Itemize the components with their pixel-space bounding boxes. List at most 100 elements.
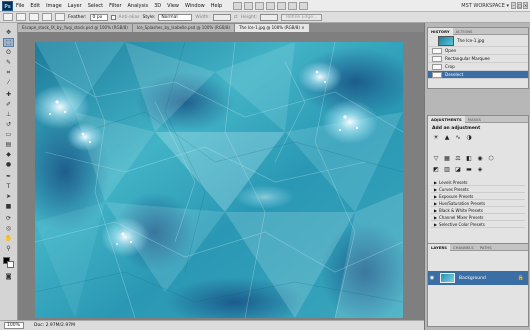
posterize-icon[interactable]: ▥ bbox=[443, 166, 451, 173]
refine-edge-button[interactable]: Refine Edge... bbox=[281, 13, 323, 21]
subtract-selection-icon[interactable] bbox=[42, 13, 52, 21]
zoom-tool-icon[interactable] bbox=[266, 1, 276, 10]
hue-saturation-icon[interactable]: ▦ bbox=[443, 155, 451, 162]
antialias-checkbox[interactable] bbox=[110, 14, 116, 20]
history-item-deselect[interactable]: Deselect bbox=[428, 71, 528, 79]
close-button[interactable]: × bbox=[523, 2, 528, 9]
tab-the-ice[interactable]: The Ice-1.jpg @ 100% (RGB/8) × bbox=[235, 24, 309, 32]
crop-tool-icon[interactable]: ⌗ bbox=[3, 68, 14, 77]
intersect-selection-icon[interactable] bbox=[55, 13, 65, 21]
gradient-tool-icon[interactable]: ▤ bbox=[3, 140, 14, 149]
black-white-icon[interactable]: ◧ bbox=[465, 155, 473, 162]
history-snapshot[interactable]: The Ice-1.jpg bbox=[428, 35, 528, 47]
minimize-button[interactable]: – bbox=[511, 2, 516, 9]
threshold-icon[interactable]: ◪ bbox=[454, 166, 462, 173]
exposure-icon[interactable]: ◑ bbox=[465, 134, 473, 141]
selective-color-icon[interactable]: ◈ bbox=[476, 166, 484, 173]
gradient-map-icon[interactable]: ▬ bbox=[465, 166, 473, 173]
hand-tool-icon[interactable] bbox=[255, 1, 265, 10]
vibrance-icon[interactable]: ▽ bbox=[432, 155, 440, 162]
preset-black-white[interactable]: ▶ Black & White Presets bbox=[431, 207, 525, 214]
new-selection-icon[interactable] bbox=[16, 13, 26, 21]
rotate-view-icon[interactable] bbox=[277, 1, 287, 10]
mini-bridge-icon[interactable] bbox=[244, 1, 254, 10]
tab-layers[interactable]: LAYERS bbox=[428, 243, 450, 251]
menu-view[interactable]: View bbox=[164, 0, 182, 12]
curves-icon[interactable]: ∿ bbox=[454, 134, 462, 141]
layer-background[interactable]: ◉ Background 🔒 bbox=[428, 271, 528, 285]
history-item-crop[interactable]: Crop bbox=[428, 63, 528, 71]
swap-icon[interactable]: ⇄ bbox=[234, 15, 238, 20]
tab-channels[interactable]: CHANNELS bbox=[450, 244, 477, 251]
quick-selection-tool-icon[interactable]: ✎ bbox=[3, 58, 14, 67]
menu-help[interactable]: Help bbox=[208, 0, 225, 12]
preset-levels[interactable]: ▶ Levels Presets bbox=[431, 179, 525, 186]
screen-mode-icon[interactable] bbox=[299, 1, 309, 10]
history-brush-tool-icon[interactable]: ↺ bbox=[3, 120, 14, 129]
menu-window[interactable]: Window bbox=[182, 0, 208, 12]
tab-actions[interactable]: ACTIONS bbox=[453, 28, 476, 35]
path-selection-tool-icon[interactable]: ➤ bbox=[3, 192, 14, 201]
clone-stamp-tool-icon[interactable]: ⊥ bbox=[3, 110, 14, 119]
menu-image[interactable]: Image bbox=[43, 0, 65, 12]
quick-mask-icon[interactable]: ◙ bbox=[3, 272, 14, 281]
zoom-tool-icon[interactable]: ⚲ bbox=[3, 244, 14, 253]
eraser-tool-icon[interactable]: ▭ bbox=[3, 130, 14, 139]
menu-file[interactable]: File bbox=[13, 0, 27, 12]
lasso-tool-icon[interactable]: ʘ bbox=[3, 48, 14, 57]
dodge-tool-icon[interactable]: ● bbox=[3, 160, 14, 169]
3d-orbit-tool-icon[interactable]: ◎ bbox=[3, 224, 14, 233]
arrange-documents-icon[interactable] bbox=[288, 1, 298, 10]
height-input[interactable] bbox=[260, 13, 279, 21]
zoom-level-field[interactable]: 100% bbox=[4, 322, 24, 329]
shape-tool-icon[interactable]: ■ bbox=[3, 202, 14, 211]
document-size-info[interactable]: Doc: 2.97M/2.97M bbox=[34, 323, 75, 328]
pen-tool-icon[interactable]: ✒ bbox=[3, 172, 14, 181]
levels-icon[interactable]: ▲ bbox=[443, 134, 451, 141]
preset-selective-color[interactable]: ▶ Selective Color Presets bbox=[431, 221, 525, 228]
add-to-selection-icon[interactable] bbox=[29, 13, 39, 21]
preset-hue-saturation[interactable]: ▶ Hue/Saturation Presets bbox=[431, 200, 525, 207]
3d-rotate-tool-icon[interactable]: ⟳ bbox=[3, 214, 14, 223]
menu-layer[interactable]: Layer bbox=[65, 0, 85, 12]
invert-icon[interactable]: ◩ bbox=[432, 166, 440, 173]
type-tool-icon[interactable]: T bbox=[3, 182, 14, 191]
menu-analysis[interactable]: Analysis bbox=[125, 0, 152, 12]
background-color-swatch[interactable] bbox=[7, 261, 14, 268]
channel-mixer-icon[interactable]: ⬡ bbox=[487, 155, 495, 162]
preset-exposure[interactable]: ▶ Exposure Presets bbox=[431, 193, 525, 200]
ice-texture-image[interactable] bbox=[35, 42, 403, 318]
menu-3d[interactable]: 3D bbox=[151, 0, 164, 12]
menu-filter[interactable]: Filter bbox=[106, 0, 124, 12]
menu-select[interactable]: Select bbox=[85, 0, 106, 12]
tab-paths[interactable]: PATHS bbox=[477, 244, 495, 251]
maximize-button[interactable]: □ bbox=[517, 2, 522, 9]
preset-channel-mixer[interactable]: ▶ Channel Mixer Presets bbox=[431, 214, 525, 221]
history-item-rectangular-marquee[interactable]: Rectangular Marquee bbox=[428, 55, 528, 63]
tab-ice-splashes[interactable]: Ice_Splashes_by_Isabelle.psd @ 100% (RGB… bbox=[132, 24, 235, 32]
menu-edit[interactable]: Edit bbox=[27, 0, 43, 12]
tab-adjustments[interactable]: ADJUSTMENTS bbox=[428, 115, 465, 123]
brush-tool-icon[interactable]: ✐ bbox=[3, 100, 14, 109]
blur-tool-icon[interactable]: ◆ bbox=[3, 150, 14, 159]
width-input[interactable] bbox=[212, 13, 231, 21]
marquee-preset-icon[interactable] bbox=[3, 13, 13, 21]
healing-brush-tool-icon[interactable]: ✚ bbox=[3, 90, 14, 99]
tab-history[interactable]: HISTORY bbox=[428, 27, 453, 35]
history-item-open[interactable]: Open bbox=[428, 47, 528, 55]
move-tool-icon[interactable]: ✥ bbox=[3, 28, 14, 37]
tab-escape-stock[interactable]: Escape_stock_IX_by_Yuqi_stock.psd @ 100%… bbox=[18, 24, 132, 32]
bridge-icon[interactable] bbox=[233, 1, 243, 10]
tab-masks[interactable]: MASKS bbox=[465, 116, 484, 123]
photo-filter-icon[interactable]: ◉ bbox=[476, 155, 484, 162]
color-balance-icon[interactable]: ⚖ bbox=[454, 155, 462, 162]
eyedropper-tool-icon[interactable]: ⁄ bbox=[3, 78, 14, 87]
preset-curves[interactable]: ▶ Curves Presets bbox=[431, 186, 525, 193]
brightness-contrast-icon[interactable]: ☀ bbox=[432, 134, 440, 141]
workspace-switcher[interactable]: MST WORKSPACE ▾ bbox=[458, 2, 512, 10]
marquee-tool-icon[interactable]: ⬚ bbox=[3, 38, 14, 47]
feather-input[interactable]: 0 px bbox=[89, 13, 108, 21]
hand-tool-icon[interactable]: ✋ bbox=[3, 234, 14, 243]
eye-icon[interactable]: ◉ bbox=[428, 275, 436, 281]
style-select[interactable]: Normal bbox=[158, 13, 193, 21]
